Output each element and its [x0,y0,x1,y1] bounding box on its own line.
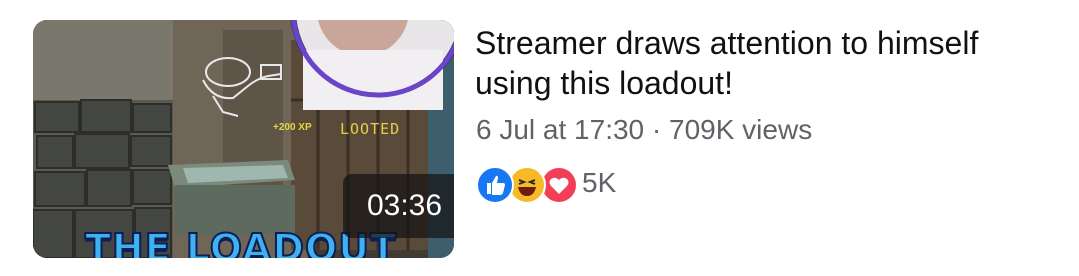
video-title[interactable]: Streamer draws attention to himself usin… [475,23,1055,103]
video-meta: 6 Jul at 17:30 · 709K views [476,114,813,145]
reaction-count: 5K [582,167,617,198]
loot-box [168,160,295,235]
video-thumbnail[interactable]: +200 XP LOOTED THE LOADOUT 03:36 [33,20,454,258]
webcam-overlay [290,20,454,110]
video-card[interactable]: +200 XP LOOTED THE LOADOUT 03:36 Streame… [0,0,1079,276]
reactions-summary[interactable]: 5K [476,163,617,204]
reaction-icons [476,163,580,204]
thumbnail-xp-text: +200 XP [273,122,312,133]
video-duration-badge: 03:36 [343,174,454,238]
like-icon [476,166,514,204]
thumbnail-looted-text: LOOTED [340,120,401,138]
